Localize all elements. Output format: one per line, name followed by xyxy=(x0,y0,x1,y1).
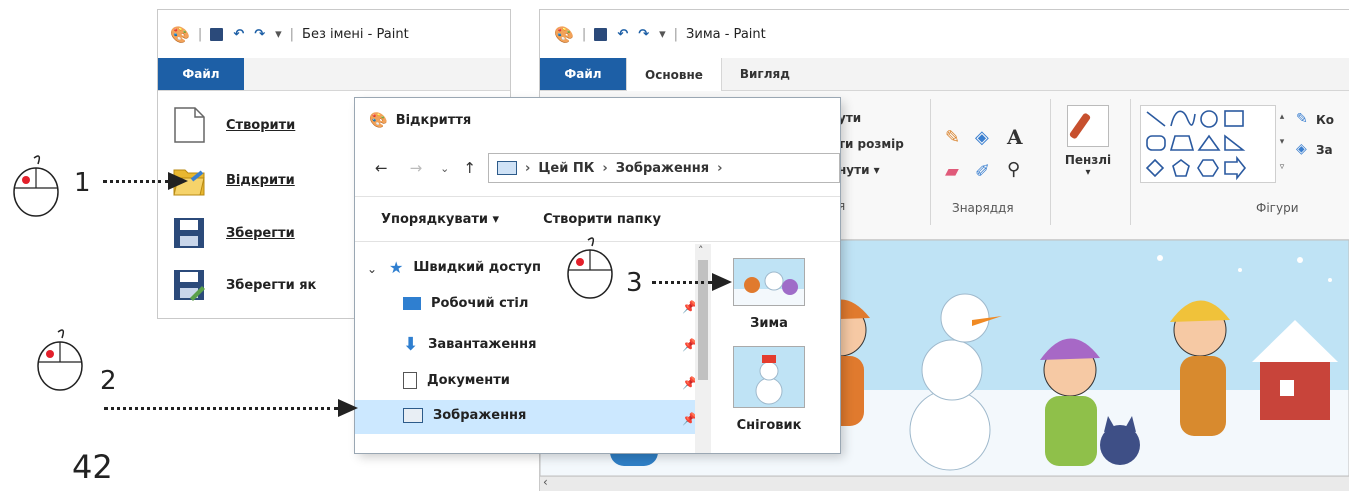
pencil-icon[interactable]: ✎ xyxy=(945,127,960,148)
arrow-step-3 xyxy=(712,273,732,291)
outline-icon[interactable]: ✎ xyxy=(1296,111,1308,127)
menu-item-save-as[interactable]: Зберегти як xyxy=(172,268,316,302)
shapes-scroll[interactable]: ▴ ▾ ▿ xyxy=(1276,105,1288,181)
magnifier-icon[interactable]: ⚲ xyxy=(1007,159,1020,180)
expand-chevron-icon[interactable]: ⌄ xyxy=(367,262,377,276)
save-icon[interactable] xyxy=(594,27,608,41)
tab-home[interactable]: Основне xyxy=(626,58,722,91)
color-picker-icon[interactable]: ✐ xyxy=(975,161,990,182)
file-pane: Зима Сніговик xyxy=(715,244,840,453)
window-title: Зима - Paint xyxy=(686,26,766,42)
step-number-2: 2 xyxy=(100,366,117,396)
save-as-icon xyxy=(174,270,205,301)
tab-view[interactable]: Вигляд xyxy=(722,58,808,90)
fill-shape-icon[interactable]: ◈ xyxy=(1296,141,1307,157)
brush-icon xyxy=(1067,105,1109,147)
mouse-icon xyxy=(37,329,83,391)
redo-icon[interactable]: ↷ xyxy=(254,27,265,42)
breadcrumb-this-pc[interactable]: Цей ПК xyxy=(538,161,594,176)
ribbon-tabs: Файл xyxy=(158,58,510,91)
mouse-icon xyxy=(13,155,59,217)
quick-access-toolbar: 🎨 | ↶ ↷ ▾ | Без імені - Paint xyxy=(158,10,510,58)
new-folder-button[interactable]: Створити папку xyxy=(543,212,661,227)
arrow-step-1 xyxy=(168,172,188,190)
redo-icon[interactable]: ↷ xyxy=(638,27,649,42)
text-icon[interactable]: A xyxy=(1007,125,1023,149)
image-thumbnail xyxy=(733,258,805,306)
menu-item-save[interactable]: Зберегти xyxy=(172,216,295,250)
address-row: ← → ⌄ ↑ › Цей ПК › Зображення › xyxy=(355,148,840,188)
horizontal-scrollbar[interactable]: ‹ xyxy=(540,475,1349,491)
star-icon: ★ xyxy=(389,258,404,277)
step-number-3: 3 xyxy=(626,268,643,298)
file-item-zyma[interactable]: Зима xyxy=(729,258,809,331)
download-icon: ⬇ xyxy=(403,334,419,355)
paint-app-icon: 🎨 xyxy=(554,24,574,44)
paint-app-icon: 🎨 xyxy=(369,111,388,129)
customize-qat-icon[interactable]: ▾ xyxy=(659,27,666,42)
ribbon-tabs-main: Файл Основне Вигляд xyxy=(540,58,1349,91)
new-file-icon xyxy=(174,107,205,143)
window-title: Без імені - Paint xyxy=(302,26,409,42)
undo-icon[interactable]: ↶ xyxy=(233,27,244,42)
image-thumbnail xyxy=(733,346,805,408)
scroll-left-icon[interactable]: ‹ xyxy=(543,475,548,489)
desktop-icon xyxy=(403,297,421,310)
nav-scrollbar[interactable]: ˄ xyxy=(695,244,711,453)
forward-arrow-icon[interactable]: → xyxy=(410,159,423,177)
organize-button[interactable]: Упорядкувати ▾ xyxy=(381,212,499,227)
tab-file[interactable]: Файл xyxy=(540,58,626,90)
undo-icon[interactable]: ↶ xyxy=(617,27,628,42)
quick-access-toolbar-main: 🎨 | ↶ ↷ ▾ | Зима - Paint xyxy=(540,10,1349,58)
navigation-pane: ⌄ ★ Швидкий доступ Робочий стіл 📌 ⬇ Зава… xyxy=(355,244,713,453)
breadcrumb-pictures[interactable]: Зображення xyxy=(616,161,709,176)
scroll-up-icon[interactable]: ˄ xyxy=(698,244,704,257)
shapes-icons xyxy=(1145,110,1247,181)
nav-downloads[interactable]: ⬇ Завантаження xyxy=(403,334,536,355)
save-icon xyxy=(174,218,204,248)
scroll-thumb[interactable] xyxy=(698,260,708,380)
recent-chevron-icon[interactable]: ⌄ xyxy=(440,162,449,175)
arrow-step-2 xyxy=(338,399,358,417)
paint-app-icon: 🎨 xyxy=(170,24,190,44)
menu-item-open[interactable]: Відкрити xyxy=(172,162,295,198)
menu-item-new[interactable]: Створити xyxy=(172,106,295,144)
page-number: 42 xyxy=(72,448,113,486)
nav-desktop[interactable]: Робочий стіл xyxy=(403,296,528,311)
customize-qat-icon[interactable]: ▾ xyxy=(275,27,282,42)
brushes-button[interactable]: Пензлі ▾ xyxy=(1060,105,1116,195)
documents-icon xyxy=(403,372,417,389)
back-arrow-icon[interactable]: ← xyxy=(375,159,388,177)
eraser-icon[interactable]: ▰ xyxy=(945,161,959,182)
dialog-titlebar: 🎨 Відкриття xyxy=(369,111,472,129)
fill-icon[interactable]: ◈ xyxy=(975,127,989,148)
save-icon[interactable] xyxy=(210,27,224,41)
nav-quick-access[interactable]: ★ Швидкий доступ xyxy=(389,258,541,277)
up-arrow-icon[interactable]: ↑ xyxy=(463,159,476,177)
mouse-icon xyxy=(567,237,613,299)
pictures-icon xyxy=(403,408,423,423)
nav-documents[interactable]: Документи xyxy=(403,372,510,389)
nav-pictures[interactable]: Зображення xyxy=(403,408,526,423)
shapes-gallery[interactable] xyxy=(1140,105,1276,183)
chevron-down-icon: ▾ xyxy=(1085,167,1091,178)
step-number-1: 1 xyxy=(74,168,91,198)
address-bar[interactable]: › Цей ПК › Зображення › xyxy=(487,153,840,183)
pc-icon xyxy=(496,161,517,175)
tab-file[interactable]: Файл xyxy=(158,58,244,90)
file-item-snowman[interactable]: Сніговик xyxy=(729,346,809,433)
